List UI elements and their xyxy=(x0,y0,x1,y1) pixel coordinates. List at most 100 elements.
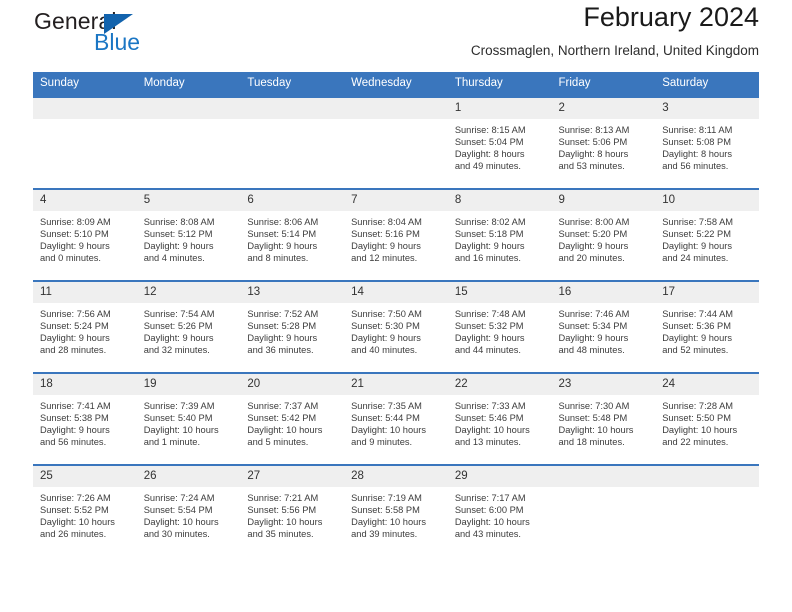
page-title: February 2024 xyxy=(583,2,759,32)
day-number xyxy=(344,98,448,119)
sunrise-time: Sunrise: 7:30 AM xyxy=(558,401,630,411)
day-sun-info: Sunrise: 7:19 AM Sunset: 5:58 PM Daylight:… xyxy=(344,487,448,540)
location-subtitle: Crossmaglen, Northern Ireland, United Ki… xyxy=(470,43,759,58)
day-sun-info: Sunrise: 8:09 AM Sunset: 5:10 PM Daylight:… xyxy=(33,211,137,264)
day-sun-info: Sunrise: 8:08 AM Sunset: 5:12 PM Daylight:… xyxy=(137,211,241,264)
calendar-day-cell[interactable]: 8 Sunrise: 8:02 AM Sunset: 5:18 PM Daylight… xyxy=(447,188,552,281)
daylight-duration-line2: and 28 minutes. xyxy=(40,345,107,356)
calendar-day-cell-empty xyxy=(33,96,137,189)
daylight-duration-line2: and 8 minutes. xyxy=(247,253,309,264)
sunrise-time: Sunrise: 7:24 AM xyxy=(143,493,215,503)
daylight-duration-line2: and 52 minutes. xyxy=(662,345,729,356)
calendar-body: 1 Sunrise: 8:15 AM Sunset: 5:04 PM Daylight… xyxy=(33,96,759,556)
calendar-day-cell[interactable]: 28 Sunrise: 7:19 AM Sunset: 5:58 PM Dayligh… xyxy=(344,464,448,556)
calendar-day-cell[interactable]: 20 Sunrise: 7:37 AM Sunset: 5:42 PM Dayligh… xyxy=(240,372,345,465)
title-block: February 2024 Crossmaglen, Northern Irel… xyxy=(471,0,759,62)
daylight-duration-line1: Daylight: 9 hours xyxy=(662,241,732,252)
day-number: 20 xyxy=(240,374,345,395)
daylight-duration-line2: and 40 minutes. xyxy=(351,345,418,356)
calendar-day-cell[interactable]: 16 Sunrise: 7:46 AM Sunset: 5:34 PM Dayligh… xyxy=(551,280,656,373)
day-number xyxy=(136,98,241,119)
calendar-day-cell[interactable]: 6 Sunrise: 8:06 AM Sunset: 5:14 PM Daylight… xyxy=(240,188,345,281)
day-sun-info: Sunrise: 7:50 AM Sunset: 5:30 PM Daylight:… xyxy=(344,303,448,356)
day-number: 29 xyxy=(447,466,552,487)
sunrise-time: Sunrise: 8:06 AM xyxy=(247,217,319,227)
calendar-week-row: 18 Sunrise: 7:41 AM Sunset: 5:38 PM Dayligh… xyxy=(33,372,759,465)
calendar-day-cell[interactable]: 24 Sunrise: 7:28 AM Sunset: 5:50 PM Dayligh… xyxy=(655,372,759,465)
day-sun-info: Sunrise: 8:06 AM Sunset: 5:14 PM Daylight:… xyxy=(240,211,344,264)
calendar-day-cell[interactable]: 13 Sunrise: 7:52 AM Sunset: 5:28 PM Dayligh… xyxy=(240,280,345,373)
sunset-time: Sunset: 5:56 PM xyxy=(247,505,317,516)
weekday-header-thursday: Thursday xyxy=(447,72,552,97)
daylight-duration-line1: Daylight: 10 hours xyxy=(351,425,427,436)
sunrise-time: Sunrise: 8:15 AM xyxy=(454,125,526,135)
daylight-duration-line1: Daylight: 9 hours xyxy=(40,333,110,344)
sunrise-time: Sunrise: 7:44 AM xyxy=(662,309,734,319)
day-number: 14 xyxy=(344,282,448,303)
calendar-day-cell-empty xyxy=(344,96,448,189)
day-sun-info: Sunrise: 7:48 AM Sunset: 5:32 PM Daylight:… xyxy=(448,303,552,356)
sunset-time: Sunset: 5:52 PM xyxy=(40,505,109,516)
sunrise-time: Sunrise: 7:46 AM xyxy=(558,309,630,319)
calendar-day-cell[interactable]: 21 Sunrise: 7:35 AM Sunset: 5:44 PM Dayligh… xyxy=(344,372,448,465)
calendar-day-cell[interactable]: 15 Sunrise: 7:48 AM Sunset: 5:32 PM Dayligh… xyxy=(447,280,552,373)
sunset-time: Sunset: 5:32 PM xyxy=(454,321,524,332)
calendar-day-cell[interactable]: 2 Sunrise: 8:13 AM Sunset: 5:06 PM Daylight… xyxy=(551,96,656,189)
day-number: 12 xyxy=(136,282,241,303)
sunset-time: Sunset: 5:24 PM xyxy=(40,321,109,332)
calendar-day-cell[interactable]: 14 Sunrise: 7:50 AM Sunset: 5:30 PM Dayligh… xyxy=(344,280,448,373)
day-sun-info: Sunrise: 7:21 AM Sunset: 5:56 PM Daylight:… xyxy=(240,487,344,540)
calendar-day-cell[interactable]: 22 Sunrise: 7:33 AM Sunset: 5:46 PM Dayligh… xyxy=(447,372,552,465)
daylight-duration-line2: and 26 minutes. xyxy=(40,529,107,540)
daylight-duration-line2: and 12 minutes. xyxy=(351,253,418,264)
daylight-duration-line2: and 13 minutes. xyxy=(454,437,521,448)
weekday-header-saturday: Saturday xyxy=(655,72,759,97)
calendar-day-cell[interactable]: 18 Sunrise: 7:41 AM Sunset: 5:38 PM Dayligh… xyxy=(33,372,137,465)
sunset-time: Sunset: 5:20 PM xyxy=(558,229,628,240)
calendar-day-cell[interactable]: 25 Sunrise: 7:26 AM Sunset: 5:52 PM Dayligh… xyxy=(33,464,137,556)
daylight-duration-line1: Daylight: 10 hours xyxy=(558,425,634,436)
daylight-duration-line2: and 20 minutes. xyxy=(558,253,625,264)
calendar-day-cell[interactable]: 1 Sunrise: 8:15 AM Sunset: 5:04 PM Daylight… xyxy=(447,96,552,189)
day-sun-info: Sunrise: 8:04 AM Sunset: 5:16 PM Daylight:… xyxy=(344,211,448,264)
calendar-day-cell[interactable]: 27 Sunrise: 7:21 AM Sunset: 5:56 PM Dayligh… xyxy=(240,464,345,556)
daylight-duration-line2: and 56 minutes. xyxy=(40,437,107,448)
daylight-duration-line2: and 1 minute. xyxy=(143,437,201,448)
calendar-day-cell[interactable]: 29 Sunrise: 7:17 AM Sunset: 6:00 PM Dayligh… xyxy=(447,464,552,556)
daylight-duration-line1: Daylight: 10 hours xyxy=(143,517,219,528)
calendar-day-cell[interactable]: 5 Sunrise: 8:08 AM Sunset: 5:12 PM Daylight… xyxy=(136,188,241,281)
daylight-duration-line2: and 48 minutes. xyxy=(558,345,625,356)
sunset-time: Sunset: 5:18 PM xyxy=(454,229,524,240)
sunrise-time: Sunrise: 7:17 AM xyxy=(454,493,526,503)
calendar-day-cell[interactable]: 11 Sunrise: 7:56 AM Sunset: 5:24 PM Dayligh… xyxy=(33,280,137,373)
sunset-time: Sunset: 5:34 PM xyxy=(558,321,628,332)
calendar-day-cell[interactable]: 23 Sunrise: 7:30 AM Sunset: 5:48 PM Dayligh… xyxy=(551,372,656,465)
calendar-day-cell[interactable]: 4 Sunrise: 8:09 AM Sunset: 5:10 PM Daylight… xyxy=(33,188,137,281)
sunset-time: Sunset: 5:38 PM xyxy=(40,413,109,424)
sunset-time: Sunset: 5:36 PM xyxy=(662,321,731,332)
calendar-day-cell[interactable]: 3 Sunrise: 8:11 AM Sunset: 5:08 PM Daylight… xyxy=(655,96,759,189)
sunset-time: Sunset: 5:48 PM xyxy=(558,413,628,424)
calendar-day-cell[interactable]: 19 Sunrise: 7:39 AM Sunset: 5:40 PM Dayligh… xyxy=(136,372,241,465)
daylight-duration-line1: Daylight: 10 hours xyxy=(247,425,323,436)
daylight-duration-line2: and 32 minutes. xyxy=(143,345,210,356)
calendar-day-cell[interactable]: 10 Sunrise: 7:58 AM Sunset: 5:22 PM Dayligh… xyxy=(655,188,759,281)
daylight-duration-line1: Daylight: 9 hours xyxy=(40,425,110,436)
sunrise-time: Sunrise: 7:54 AM xyxy=(143,309,215,319)
calendar-day-cell[interactable]: 26 Sunrise: 7:24 AM Sunset: 5:54 PM Dayligh… xyxy=(136,464,241,556)
calendar-day-cell[interactable]: 9 Sunrise: 8:00 AM Sunset: 5:20 PM Daylight… xyxy=(551,188,656,281)
day-number xyxy=(655,466,759,487)
calendar-day-cell[interactable]: 17 Sunrise: 7:44 AM Sunset: 5:36 PM Dayligh… xyxy=(655,280,759,373)
daylight-duration-line2: and 22 minutes. xyxy=(662,437,729,448)
daylight-duration-line1: Daylight: 10 hours xyxy=(143,425,219,436)
day-number xyxy=(33,98,137,119)
calendar-day-cell[interactable]: 12 Sunrise: 7:54 AM Sunset: 5:26 PM Dayligh… xyxy=(136,280,241,373)
daylight-duration-line2: and 39 minutes. xyxy=(351,529,418,540)
general-blue-logo[interactable]: General Blue xyxy=(33,6,263,62)
sunrise-time: Sunrise: 8:09 AM xyxy=(40,217,111,227)
calendar-day-cell[interactable]: 7 Sunrise: 8:04 AM Sunset: 5:16 PM Daylight… xyxy=(344,188,448,281)
daylight-duration-line1: Daylight: 10 hours xyxy=(454,425,530,436)
sunset-time: Sunset: 5:44 PM xyxy=(351,413,420,424)
daylight-duration-line2: and 5 minutes. xyxy=(247,437,309,448)
daylight-duration-line1: Daylight: 9 hours xyxy=(247,241,318,252)
